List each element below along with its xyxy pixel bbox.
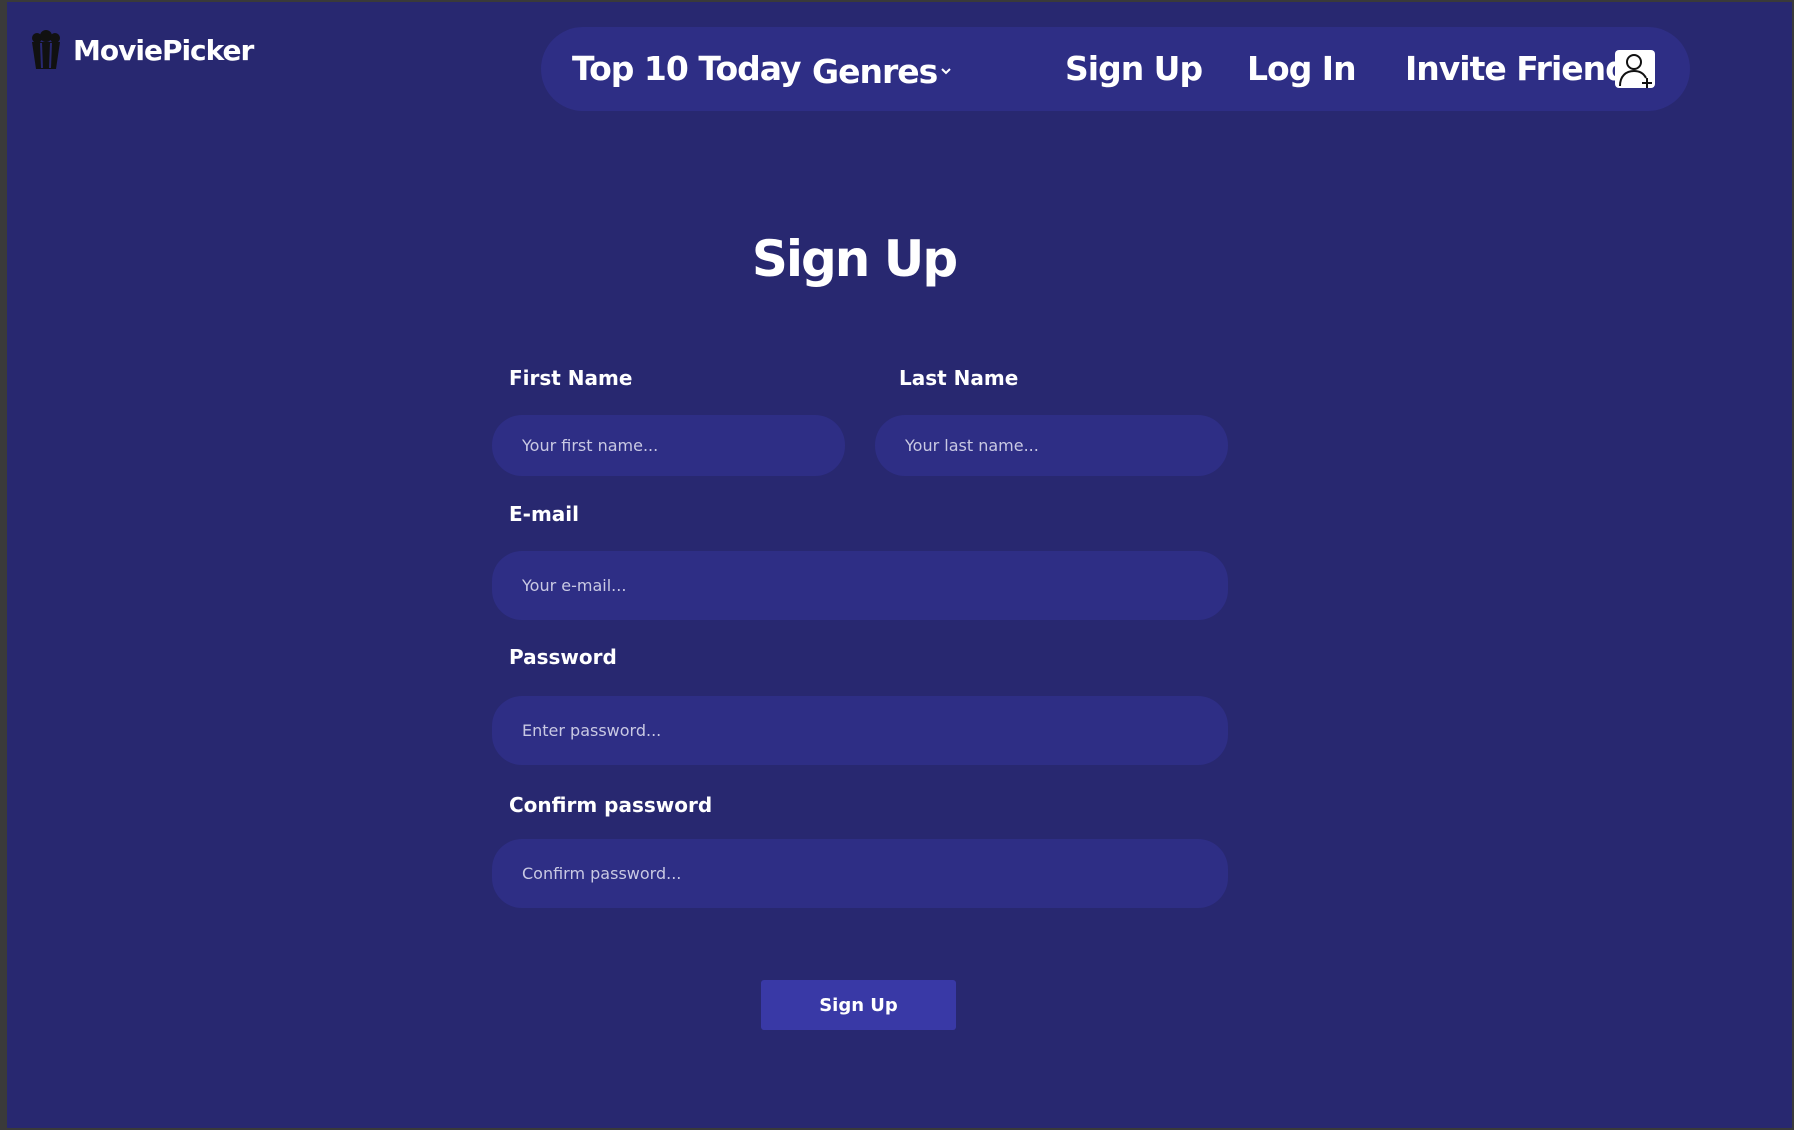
- app-name: MoviePicker: [73, 33, 254, 67]
- first-name-input[interactable]: [492, 415, 845, 476]
- page: MoviePicker Top 10 Today Genres Sign Up …: [7, 2, 1792, 1128]
- nav-genres-dropdown[interactable]: Genres: [812, 30, 952, 114]
- last-name-input[interactable]: [875, 415, 1228, 476]
- password-label: Password: [509, 645, 617, 669]
- email-input[interactable]: [492, 551, 1228, 620]
- nav-log-in[interactable]: Log In: [1247, 27, 1357, 111]
- first-name-label: First Name: [509, 366, 633, 390]
- nav-top-10-today[interactable]: Top 10 Today: [572, 27, 802, 111]
- popcorn-icon: [32, 30, 60, 69]
- sign-up-submit-button[interactable]: Sign Up: [761, 980, 956, 1030]
- main-nav: Top 10 Today Genres Sign Up Log In Invit…: [541, 27, 1690, 111]
- nav-invite-friends[interactable]: Invite Friends: [1405, 27, 1647, 111]
- page-title: Sign Up: [751, 230, 958, 288]
- add-user-icon[interactable]: [1614, 49, 1656, 89]
- last-name-label: Last Name: [899, 366, 1019, 390]
- confirm-password-input[interactable]: [492, 839, 1228, 908]
- confirm-password-label: Confirm password: [509, 793, 713, 817]
- nav-genres-label: Genres: [812, 52, 938, 91]
- chevron-down-icon: [941, 67, 951, 74]
- logo[interactable]: MoviePicker: [29, 30, 254, 70]
- nav-sign-up[interactable]: Sign Up: [1065, 27, 1203, 111]
- password-input[interactable]: [492, 696, 1228, 765]
- email-label: E-mail: [509, 502, 580, 526]
